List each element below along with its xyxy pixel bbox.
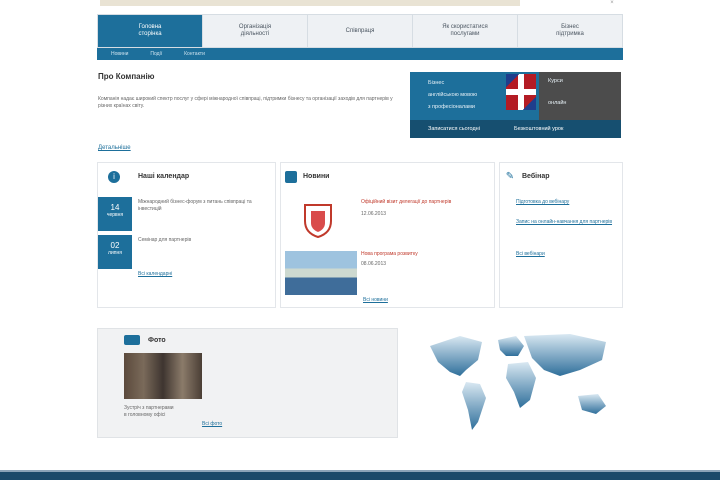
promo-signup-link[interactable]: Записатися сьогодні: [428, 126, 480, 132]
subnav-item-events[interactable]: Події: [150, 51, 162, 57]
subnav-item-contacts[interactable]: Контакти: [184, 51, 205, 57]
news-item-date: 08.06.2013: [361, 261, 387, 267]
nav-tab-business[interactable]: Бізнес підтримка: [518, 15, 622, 47]
intro-title: Про Компанію: [98, 72, 155, 81]
photo-title: Фото: [148, 337, 166, 344]
webinar-panel: ✎ Вебінар Підготовка до вебінару Запис н…: [499, 162, 623, 308]
news-item-title[interactable]: Нова програма розвитку: [361, 251, 481, 257]
sub-nav: Новини Події Контакти: [97, 48, 623, 60]
nav-tab-label: послугами: [450, 31, 480, 37]
nav-tab-cooperation[interactable]: Співпраця: [308, 15, 413, 47]
event-date: 14 червня: [98, 197, 132, 231]
photo-caption-line: Зустріч з партнерами: [124, 405, 174, 411]
photo-caption-line: в головному офісі: [124, 412, 166, 418]
intro-text: Компанія надає широкий спектр послуг у с…: [98, 96, 393, 109]
camera-icon: [124, 335, 140, 345]
nav-tab-label: Бізнес: [561, 24, 579, 30]
event-day: 14: [110, 203, 120, 212]
promo-right-line: онлайн: [548, 100, 567, 106]
promo-free-lesson-link[interactable]: Безкоштовний урок: [514, 126, 563, 132]
photo-all-link[interactable]: Всі фото: [202, 421, 222, 427]
news-panel: Новини Офіційний візит делегації до парт…: [280, 162, 495, 308]
promo-line: Бізнес: [428, 80, 445, 86]
nav-tab-label: сторінка: [138, 31, 162, 37]
promo-right-line: Курси: [548, 78, 563, 84]
coat-of-arms-icon: [304, 204, 332, 239]
nav-tab-label: Головна: [138, 24, 162, 30]
intro-more-link[interactable]: Детальніше: [98, 145, 131, 151]
news-all-link[interactable]: Всі новини: [363, 297, 388, 303]
harbor-photo[interactable]: [285, 251, 357, 295]
promo-bar: Записатися сьогодні Безкоштовний урок: [410, 120, 621, 138]
nav-tab-label: діяльності: [240, 31, 270, 37]
photo-caption: Зустріч з партнерами в головному офісі: [124, 405, 174, 419]
news-item-date: 12.06.2013: [361, 211, 387, 217]
nav-tab-label: Організація: [238, 24, 272, 30]
pen-icon: ✎: [505, 171, 515, 182]
nav-tab-organization[interactable]: Організація діяльності: [203, 15, 308, 47]
footer-bar: [0, 470, 720, 480]
event-date: 02 липня: [98, 235, 132, 269]
page-root: × Головна сторінка Організація діяльност…: [0, 0, 720, 480]
top-strip: [100, 0, 520, 6]
nav-tab-label: Як скористатися: [442, 24, 488, 30]
events-all-link[interactable]: Всі календарні: [138, 271, 172, 277]
event-month: червня: [106, 212, 124, 218]
close-icon[interactable]: ×: [606, 0, 618, 6]
photo-panel: Фото Зустріч з партнерами в головному оф…: [97, 328, 398, 438]
news-title: Новини: [303, 173, 330, 180]
event-text[interactable]: Міжнародний бізнес-форум з питань співпр…: [138, 199, 268, 213]
webinar-all-link[interactable]: Всі вебінари: [516, 251, 616, 257]
event-day: 02: [110, 241, 120, 250]
subnav-item-news[interactable]: Новини: [111, 51, 128, 57]
world-map[interactable]: [420, 326, 620, 442]
event-text[interactable]: Семінар для партнерів: [138, 237, 268, 244]
promo-line: англійською мовою: [428, 92, 478, 98]
webinar-title: Вебінар: [522, 173, 550, 180]
nav-tab-label: підтримка: [556, 31, 584, 37]
events-panel: i Наші календар 14 червня Міжнародний бі…: [97, 162, 276, 308]
news-item-title[interactable]: Офіційний візит делегації до партнерів: [361, 199, 481, 205]
webinar-link[interactable]: Запис на онлайн-навчання для партнерів: [516, 219, 616, 225]
nav-tab-home[interactable]: Головна сторінка: [98, 15, 203, 47]
event-month: липня: [108, 250, 122, 256]
nav-tab-label: Співпраця: [345, 27, 375, 34]
main-nav: Головна сторінка Організація діяльності …: [97, 14, 623, 48]
news-icon: [285, 171, 297, 183]
nav-tab-services[interactable]: Як скористатися послугами: [413, 15, 518, 47]
promo-line: з професіоналами: [428, 104, 475, 110]
events-title: Наші календар: [138, 173, 190, 180]
uk-flag-overlay: [506, 74, 536, 110]
group-photo[interactable]: [124, 353, 202, 399]
webinar-link[interactable]: Підготовка до вебінару: [516, 199, 616, 205]
info-icon: i: [108, 171, 120, 183]
